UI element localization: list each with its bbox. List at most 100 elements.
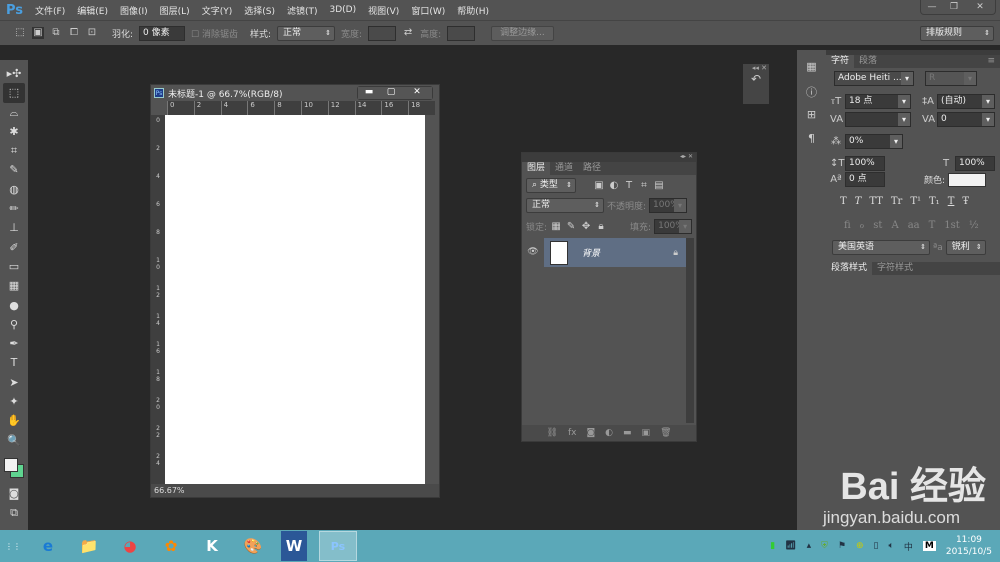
- tab-character[interactable]: 字符: [826, 55, 855, 68]
- tab-paragraph[interactable]: 段落: [854, 55, 882, 68]
- healing-tool[interactable]: ◍: [3, 180, 25, 199]
- shape-tool[interactable]: ✦: [3, 392, 25, 411]
- explorer-taskbar-button[interactable]: 📁: [70, 531, 108, 561]
- lock-transparent-icon[interactable]: ▦: [550, 221, 562, 233]
- layer-filter-select[interactable]: ⌕ 类型: [526, 178, 576, 193]
- menu-file[interactable]: 文件(F): [35, 4, 65, 17]
- tab-layers[interactable]: 图层: [522, 162, 551, 175]
- swap-icon[interactable]: ⇄: [402, 27, 414, 39]
- new-selection-icon[interactable]: ▣: [32, 27, 44, 39]
- subtract-selection-icon[interactable]: ⧠: [68, 27, 80, 39]
- blend-mode-select[interactable]: 正常: [526, 198, 604, 213]
- screen-mode-icon[interactable]: ⧉: [3, 503, 25, 522]
- history-brush-tool[interactable]: ✐: [3, 238, 25, 257]
- history-panel-icon[interactable]: ↶: [743, 72, 769, 86]
- close-button[interactable]: ✕: [965, 0, 995, 14]
- clock[interactable]: 11:09 2015/10/5: [946, 534, 992, 558]
- tab-channels[interactable]: 通道: [550, 162, 578, 175]
- menu-image[interactable]: 图像(I): [120, 4, 148, 17]
- intersect-selection-icon[interactable]: ⊡: [86, 27, 98, 39]
- layers-scrollbar[interactable]: [686, 238, 694, 423]
- baseline-shift-input[interactable]: 0 点: [845, 172, 885, 187]
- quick-mask-icon[interactable]: ◙: [3, 484, 25, 503]
- adjustment-filter-icon[interactable]: ◐: [608, 180, 620, 192]
- adjustment-layer-icon[interactable]: ◐: [605, 428, 613, 438]
- info-panel-icon[interactable]: ⓘ: [803, 84, 821, 100]
- gradient-tool[interactable]: ▦: [3, 276, 25, 295]
- battery-icon[interactable]: ▯: [874, 541, 879, 551]
- menu-type[interactable]: 文字(Y): [202, 4, 233, 17]
- swash-button[interactable]: A: [891, 220, 898, 231]
- word-taskbar-button[interactable]: W: [281, 531, 307, 561]
- minimize-button[interactable]: —: [921, 0, 943, 14]
- menu-layer[interactable]: 图层(L): [160, 4, 190, 17]
- ligature-button[interactable]: fi: [844, 220, 851, 231]
- magic-wand-tool[interactable]: ✱: [3, 122, 25, 141]
- stylistic-alt-button[interactable]: aa: [908, 220, 920, 231]
- type-filter-icon[interactable]: T: [623, 180, 635, 192]
- kerning-select[interactable]: [845, 112, 911, 127]
- panel-collapse-icon[interactable]: ◂▸ ✕: [522, 153, 696, 162]
- faux-italic-button[interactable]: T: [855, 196, 862, 207]
- add-selection-icon[interactable]: ⧉: [50, 27, 62, 39]
- security-shield-icon[interactable]: ⛨: [821, 541, 828, 551]
- strikethrough-button[interactable]: Ŧ: [962, 196, 969, 207]
- font-size-select[interactable]: 18 点: [845, 94, 911, 109]
- volume-icon[interactable]: 🔈︎: [888, 541, 893, 551]
- feather-input[interactable]: 0 像素: [139, 25, 186, 41]
- panel-menu-icon[interactable]: ≡: [982, 55, 1000, 68]
- paint-taskbar-button[interactable]: 🎨: [234, 531, 272, 561]
- delete-layer-icon[interactable]: 🗑: [660, 428, 671, 438]
- browser-taskbar-button[interactable]: ◕: [111, 531, 149, 561]
- ime-mode-indicator[interactable]: M: [922, 541, 936, 551]
- eraser-tool[interactable]: ▭: [3, 257, 25, 276]
- menu-filter[interactable]: 滤镜(T): [287, 4, 318, 17]
- photoshop-taskbar-button[interactable]: Ps: [319, 531, 357, 561]
- leading-select[interactable]: (自动): [937, 94, 995, 109]
- zoom-tool[interactable]: 🔍: [3, 431, 25, 450]
- visibility-eye-icon[interactable]: 👁︎: [522, 238, 544, 267]
- lock-image-icon[interactable]: ✎: [565, 221, 577, 233]
- refine-edge-button[interactable]: 调整边缘...: [491, 25, 554, 41]
- ime-indicator[interactable]: 中: [904, 540, 913, 553]
- layer-style-icon[interactable]: fx: [568, 428, 577, 438]
- foreground-color-swatch[interactable]: [4, 457, 18, 472]
- old-style-button[interactable]: st: [873, 220, 882, 231]
- action-center-flag-icon[interactable]: ⚑: [838, 541, 846, 551]
- ordinals-button[interactable]: 1st: [944, 220, 960, 231]
- dock-collapse-icon[interactable]: ◂◂ ✕: [743, 64, 769, 72]
- superscript-button[interactable]: T¹: [910, 196, 921, 207]
- font-family-select[interactable]: Adobe Heiti ...: [834, 71, 914, 86]
- fractions-button[interactable]: ½: [969, 220, 979, 231]
- shape-filter-icon[interactable]: ⌗: [638, 180, 650, 192]
- eyedropper-tool[interactable]: ✎: [3, 160, 25, 179]
- menu-select[interactable]: 选择(S): [244, 4, 275, 17]
- restore-button[interactable]: ❐: [943, 0, 965, 14]
- tab-character-styles[interactable]: 字符样式: [872, 262, 918, 275]
- height-input[interactable]: [447, 25, 476, 41]
- paragraph-panel-icon[interactable]: ¶: [803, 132, 821, 148]
- ie-taskbar-button[interactable]: e: [29, 531, 67, 561]
- smart-filter-icon[interactable]: ▤: [653, 180, 665, 192]
- show-hidden-icon[interactable]: ▴: [807, 541, 812, 551]
- menu-3d[interactable]: 3D(D): [330, 5, 357, 15]
- tab-paragraph-styles[interactable]: 段落样式: [826, 262, 873, 275]
- fill-input[interactable]: 100%: [654, 219, 693, 234]
- lock-all-icon[interactable]: 🔒︎: [595, 221, 607, 233]
- start-icon[interactable]: ⋮⋮: [0, 542, 26, 551]
- new-group-icon[interactable]: ▬: [623, 428, 632, 438]
- underline-button[interactable]: T: [948, 196, 955, 207]
- pen-tool[interactable]: ✒: [3, 334, 25, 353]
- accelerator-icon[interactable]: ⊕: [856, 541, 864, 551]
- blur-tool[interactable]: ●: [3, 296, 25, 315]
- color-panel-icon[interactable]: ▦: [803, 60, 821, 76]
- doc-maximize-button[interactable]: ▢: [380, 87, 402, 99]
- horizontal-scale-input[interactable]: 100%: [955, 156, 995, 171]
- titling-button[interactable]: T: [929, 220, 936, 231]
- brush-tool[interactable]: ✏: [3, 199, 25, 218]
- doc-minimize-button[interactable]: ▬: [358, 87, 380, 99]
- language-select[interactable]: 美国英语: [832, 240, 930, 255]
- lasso-tool[interactable]: ⌓: [3, 103, 25, 122]
- small-caps-button[interactable]: Tr: [891, 196, 902, 207]
- antialias-checkbox[interactable]: ☐ 消除锯齿: [191, 27, 238, 40]
